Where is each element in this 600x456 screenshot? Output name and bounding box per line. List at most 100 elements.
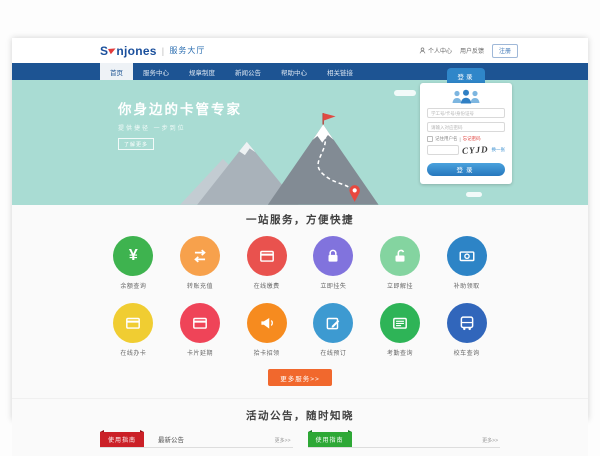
hero-cta-button[interactable]: 了解更多 — [118, 138, 154, 150]
unlock-icon — [391, 247, 409, 265]
service-circle: ¥ — [113, 236, 153, 276]
username-input[interactable] — [427, 108, 505, 118]
more-services-button[interactable]: 更多服务>> — [268, 369, 332, 386]
service-school-bus-inquiry[interactable]: 校车查询 — [433, 303, 500, 357]
service-label: 补助领取 — [454, 281, 480, 290]
service-card-extension[interactable]: 卡片延期 — [167, 303, 234, 357]
brand-tagline: 服务大厅 — [169, 45, 205, 56]
nav-item-news[interactable]: 新闻公告 — [225, 63, 271, 80]
service-label: 转账充值 — [187, 281, 213, 290]
banknote-icon — [458, 247, 476, 265]
service-label: 立即挂失 — [320, 281, 346, 290]
remember-forgot-divider: | — [460, 137, 461, 142]
ribbon-fold — [140, 430, 144, 432]
service-label: 在线预订 — [320, 348, 346, 357]
site-header: S njones | 服务大厅 个人中心 用户反馈 注册 — [12, 38, 588, 63]
service-circle — [313, 303, 353, 343]
yen-icon: ¥ — [129, 248, 138, 264]
usage-guide-tab[interactable]: 使用指南 — [308, 432, 352, 448]
service-online-payment[interactable]: 在线缴费 — [233, 236, 300, 290]
list-icon — [391, 314, 409, 332]
remember-checkbox[interactable] — [427, 136, 433, 142]
personal-center-link[interactable]: 个人中心 — [419, 46, 452, 55]
bank-card-icon — [258, 247, 276, 265]
service-found-card-claim[interactable]: 拾卡招领 — [233, 303, 300, 357]
personal-center-label: 个人中心 — [428, 46, 452, 55]
service-report-loss[interactable]: 立即挂失 — [300, 236, 367, 290]
latest-news-tab[interactable]: 最新公告 — [158, 434, 184, 447]
remember-row: 记住用户名 | 忘记密码 — [427, 136, 505, 142]
bus-icon — [458, 314, 476, 332]
ribbon-fold — [100, 430, 104, 432]
service-circle — [113, 303, 153, 343]
announcement-panel-left: 使用指南 最新公告 更多>> — [100, 431, 293, 448]
ribbon-fold — [348, 430, 352, 432]
services-title: 一站服务，方便快捷 — [12, 212, 588, 227]
service-balance-inquiry[interactable]: ¥ 余额查询 — [100, 236, 167, 290]
service-cancel-loss[interactable]: 立即解挂 — [367, 236, 434, 290]
service-circle — [247, 236, 287, 276]
edit-icon — [324, 314, 342, 332]
megaphone-icon — [258, 314, 276, 332]
service-label: 拾卡招领 — [254, 348, 280, 357]
ribbon-fold — [308, 430, 312, 432]
more-link[interactable]: 更多>> — [482, 437, 498, 444]
service-circle — [247, 303, 287, 343]
hero-banner: 你身边的卡管专家 提供捷径 一步到位 了解更多 登录 — [12, 80, 588, 205]
login-tab[interactable]: 登录 — [447, 68, 485, 83]
captcha-row: CYJD 换一张 — [427, 145, 505, 155]
service-label: 校车查询 — [454, 348, 480, 357]
captcha-input[interactable] — [427, 145, 459, 155]
usage-guide-tab[interactable]: 使用指南 — [100, 432, 144, 448]
login-submit-button[interactable]: 登录 — [427, 163, 505, 176]
brand-logo[interactable]: S njones | 服务大厅 — [100, 44, 205, 58]
service-circle — [447, 236, 487, 276]
brand-logo-text-2: njones — [116, 44, 156, 58]
remember-label: 记住用户名 — [435, 136, 458, 142]
announcement-panels: 使用指南 最新公告 更多>> 使用指南 更多>> — [100, 431, 500, 448]
nav-item-rules[interactable]: 规章制度 — [179, 63, 225, 80]
password-input[interactable] — [427, 122, 505, 132]
mountain-illustration — [180, 109, 390, 205]
logo-divider: | — [162, 46, 165, 56]
nav-item-home[interactable]: 首页 — [100, 63, 133, 80]
forgot-password-link[interactable]: 忘记密码 — [463, 136, 481, 142]
service-transfer-recharge[interactable]: 转账充值 — [167, 236, 234, 290]
service-circle — [447, 303, 487, 343]
nav-item-help-center[interactable]: 帮助中心 — [271, 63, 317, 80]
service-label: 考勤查询 — [387, 348, 413, 357]
transfer-icon — [191, 247, 209, 265]
services-grid: ¥ 余额查询 转账充值 — [100, 236, 500, 357]
login-panel-body: 记住用户名 | 忘记密码 CYJD 换一张 登录 — [420, 83, 512, 184]
announcement-panel-right: 使用指南 更多>> — [308, 431, 501, 448]
person-icon — [419, 47, 426, 54]
login-panel: 登录 记住用户名 | 忘记密码 CYJD 换一张 — [420, 68, 512, 184]
captcha-image[interactable]: CYJD — [462, 144, 489, 156]
more-link[interactable]: 更多>> — [275, 437, 291, 444]
captcha-refresh-link[interactable]: 换一张 — [492, 147, 506, 153]
service-label: 余额查询 — [120, 281, 146, 290]
service-label: 卡片延期 — [187, 348, 213, 357]
lock-icon — [324, 247, 342, 265]
service-circle — [380, 236, 420, 276]
header-utility-links: 个人中心 用户反馈 注册 — [419, 44, 518, 58]
service-circle — [180, 236, 220, 276]
service-label: 立即解挂 — [387, 281, 413, 290]
users-icon — [449, 89, 483, 104]
service-subsidy-collect[interactable]: 补助领取 — [433, 236, 500, 290]
announcements-section: 活动公告，随时知晓 使用指南 最新公告 更多>> 使用指南 更多>> — [12, 398, 588, 456]
service-circle — [313, 236, 353, 276]
service-circle — [180, 303, 220, 343]
service-label: 在线办卡 — [120, 348, 146, 357]
service-attendance-inquiry[interactable]: 考勤查询 — [367, 303, 434, 357]
announcements-title: 活动公告，随时知晓 — [12, 408, 588, 423]
service-online-card-apply[interactable]: 在线办卡 — [100, 303, 167, 357]
brand-logo-text-1: S — [100, 44, 108, 58]
service-online-booking[interactable]: 在线预订 — [300, 303, 367, 357]
register-button[interactable]: 注册 — [492, 44, 518, 58]
nav-item-related-links[interactable]: 相关链接 — [317, 63, 363, 80]
usage-guide-tab-label: 使用指南 — [316, 438, 344, 444]
user-feedback-link[interactable]: 用户反馈 — [460, 46, 484, 55]
nav-item-service-center[interactable]: 服务中心 — [133, 63, 179, 80]
usage-guide-tab-label: 使用指南 — [108, 438, 136, 444]
